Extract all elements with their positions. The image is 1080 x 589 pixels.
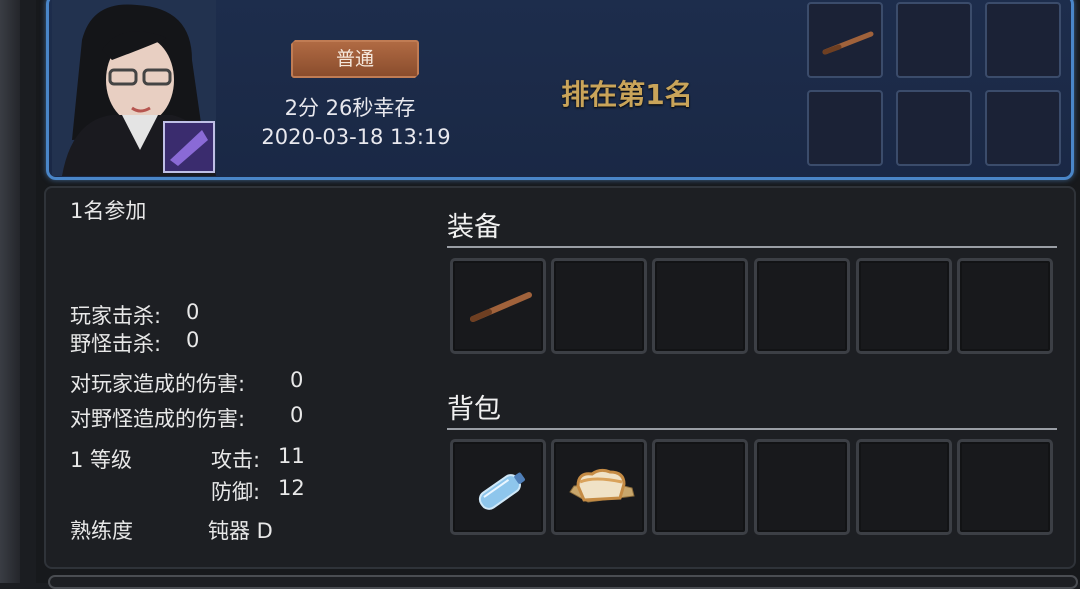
backpack-slot[interactable]: [754, 439, 850, 535]
top-item-slot[interactable]: [985, 2, 1061, 78]
proficiency-label: 熟练度: [70, 519, 133, 543]
equipment-slot[interactable]: [652, 258, 748, 354]
top-item-slot[interactable]: [985, 90, 1061, 166]
equipment-slot[interactable]: [450, 258, 546, 354]
equipment-divider: [447, 246, 1057, 248]
proficiency-weapon: 钝器 D: [208, 519, 273, 543]
attack-label: 攻击:: [211, 448, 261, 472]
defense-value: 12: [278, 476, 305, 500]
backpack-slot[interactable]: [957, 439, 1053, 535]
top-item-slot[interactable]: [807, 90, 883, 166]
bread-icon: [569, 468, 635, 503]
backpack-slot[interactable]: [450, 439, 546, 535]
survival-time: 2分 26秒幸存: [284, 96, 416, 120]
equipment-slot[interactable]: [754, 258, 850, 354]
next-card-edge: [48, 575, 1078, 589]
mode-badge: 普通: [291, 40, 419, 78]
backpack-slot[interactable]: [551, 439, 647, 535]
wooden-bat-icon: [822, 31, 874, 55]
monster-damage-label: 对野怪造成的伤害:: [70, 407, 246, 431]
level-text: 1 等级: [70, 448, 133, 472]
player-damage-value: 0: [290, 368, 304, 392]
defense-label: 防御:: [211, 480, 261, 504]
rank-text: 排在第1名: [561, 78, 693, 111]
monster-kills-value: 0: [186, 328, 200, 352]
top-item-slot[interactable]: [807, 2, 883, 78]
wooden-bat-icon: [470, 292, 532, 322]
character-portrait: [52, 0, 216, 176]
backpack-slot[interactable]: [856, 439, 952, 535]
backpack-slot[interactable]: [652, 439, 748, 535]
water-bottle-icon: [478, 472, 525, 510]
backpack-title: 背包: [447, 394, 501, 425]
player-damage-label: 对玩家造成的伤害:: [70, 372, 246, 396]
match-datetime: 2020-03-18 13:19: [261, 125, 451, 149]
backpack-divider: [447, 428, 1057, 430]
monster-kills-label: 野怪击杀:: [70, 332, 162, 356]
top-item-slot[interactable]: [896, 2, 972, 78]
participants-count: 1名参加: [70, 199, 147, 223]
equipment-slot[interactable]: [856, 258, 952, 354]
player-kills-label: 玩家击杀:: [70, 304, 162, 328]
attack-value: 11: [278, 444, 305, 468]
equipment-slot[interactable]: [551, 258, 647, 354]
equipment-title: 装备: [447, 212, 501, 243]
character-avatar: [52, 0, 216, 176]
equipment-slot[interactable]: [957, 258, 1053, 354]
monster-damage-value: 0: [290, 403, 304, 427]
left-edge-strip: [0, 0, 20, 583]
top-item-slot[interactable]: [896, 90, 972, 166]
player-kills-value: 0: [186, 300, 200, 324]
